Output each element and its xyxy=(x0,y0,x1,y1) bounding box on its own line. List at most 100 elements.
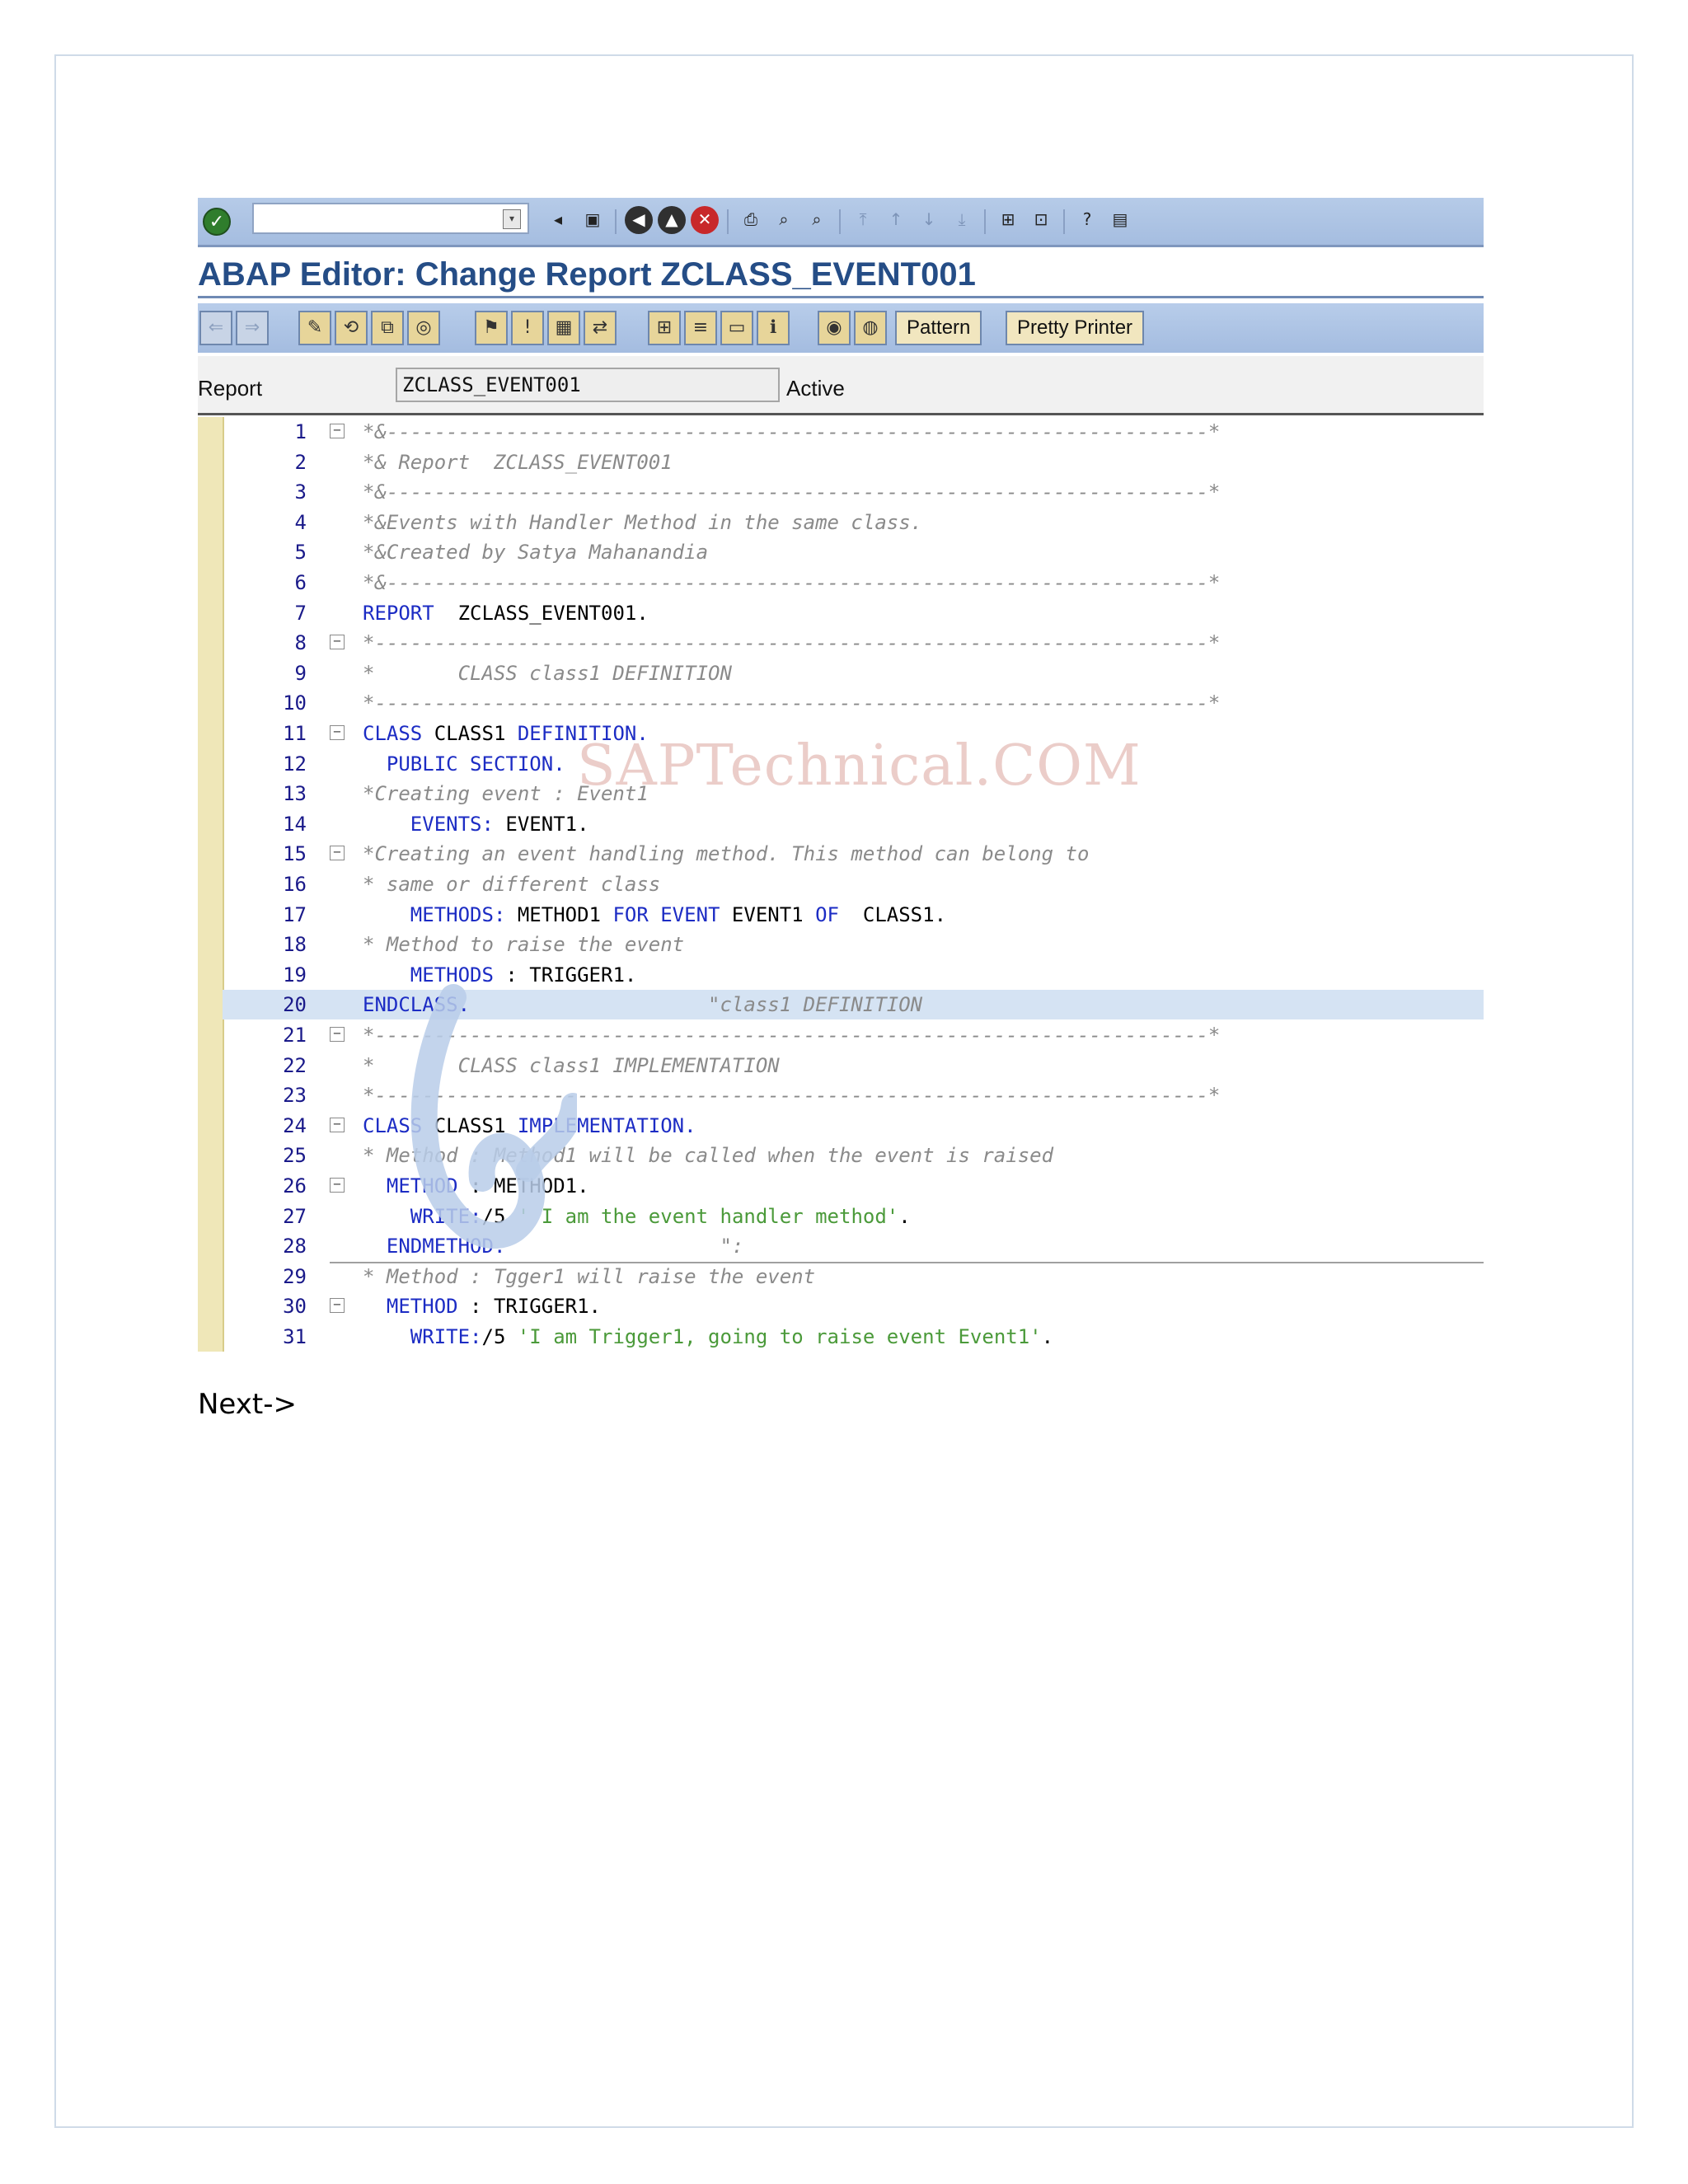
pretty-printer-button[interactable]: Pretty Printer xyxy=(1006,311,1145,345)
stop-icon[interactable]: ◍ xyxy=(854,311,887,345)
print-icon[interactable]: ⎙ xyxy=(737,206,765,234)
breakpoint-icon[interactable]: ▭ xyxy=(720,311,753,345)
display-change-icon[interactable]: ✎ xyxy=(298,311,331,345)
command-field-dropdown-icon[interactable]: ▾ xyxy=(503,209,521,229)
line-number: 7 xyxy=(294,601,307,625)
fold-toggle-icon[interactable]: − xyxy=(330,1298,345,1314)
code-line[interactable]: 1 − *&------------------------------------… xyxy=(223,417,1484,447)
code-text: *&--------------------------------------… xyxy=(363,477,1220,507)
shortcut-icon[interactable]: ⊡ xyxy=(1027,206,1055,234)
first-page-icon[interactable]: ⤒ xyxy=(849,206,877,234)
fold-toggle-icon[interactable]: − xyxy=(330,725,345,740)
line-number: 15 xyxy=(283,842,307,866)
code-line[interactable]: 29 * Method : Tgger1 will raise the event xyxy=(223,1262,1484,1291)
line-number: 10 xyxy=(283,691,307,715)
info-icon[interactable]: ℹ xyxy=(757,311,790,345)
find-icon[interactable]: ⌕ xyxy=(770,206,798,234)
line-number: 8 xyxy=(294,631,307,655)
report-status: Active xyxy=(786,376,845,401)
check-icon[interactable]: ◎ xyxy=(407,311,440,345)
code-line[interactable]: 18 * Method to raise the event xyxy=(223,930,1484,959)
code-token: CLASS1. xyxy=(838,902,947,926)
page-title: ABAP Editor: Change Report ZCLASS_EVENT0… xyxy=(198,251,1484,298)
last-page-icon[interactable]: ⤓ xyxy=(948,206,976,234)
command-field[interactable] xyxy=(252,203,529,234)
next-link[interactable]: Next-> xyxy=(198,1388,297,1421)
back-icon[interactable]: ◀ xyxy=(625,206,653,234)
enhance-icon[interactable]: ≡ xyxy=(684,311,717,345)
code-token: REPORT xyxy=(363,601,434,625)
code-token: OF xyxy=(815,902,839,926)
line-number: 23 xyxy=(283,1084,307,1108)
code-token: *---------------------------------------… xyxy=(363,631,1221,655)
code-line[interactable]: 8 − *-------------------------------------… xyxy=(223,628,1484,658)
code-line[interactable]: 2 *& Report ZCLASS_EVENT001 xyxy=(223,448,1484,477)
code-token: ZCLASS_EVENT001. xyxy=(434,601,649,625)
code-token: * CLASS class1 DEFINITION xyxy=(363,661,732,685)
back-arrow-icon[interactable]: ⇐ xyxy=(199,311,232,345)
code-text: * Method to raise the event xyxy=(363,930,684,959)
code-line[interactable]: 4 *&Events with Handler Method in the sam… xyxy=(223,508,1484,537)
fold-toggle-icon[interactable]: − xyxy=(330,635,345,650)
line-number: 31 xyxy=(283,1325,307,1348)
fold-toggle-icon[interactable]: − xyxy=(330,1178,345,1193)
line-number: 16 xyxy=(283,873,307,896)
code-text: * CLASS class1 DEFINITION xyxy=(363,658,732,688)
line-number: 20 xyxy=(283,993,307,1017)
toolbar-separator xyxy=(727,209,729,234)
fold-toggle-icon[interactable]: − xyxy=(330,424,345,438)
code-editor[interactable]: 1 − *&------------------------------------… xyxy=(198,417,1484,1352)
code-line[interactable]: 15 − *Creating an event handling method. T… xyxy=(223,839,1484,869)
code-line[interactable]: 5 *&Created by Satya Mahanandia xyxy=(223,537,1484,567)
pattern-button[interactable]: Pattern xyxy=(895,311,982,345)
cancel-icon[interactable]: ✕ xyxy=(691,206,719,234)
code-line[interactable]: 10 *-------------------------------------… xyxy=(223,688,1484,718)
code-token: CLASS1 xyxy=(422,722,518,745)
code-line[interactable]: 17 METHODS: METHOD1 FOR EVENT EVENT1 OF … xyxy=(223,900,1484,930)
system-toolbar: ✓ ▾ ◂ ▣ ◀ ▲ ✕ ⎙ ⌕ ⌕ ⤒ ↑ ↓ ⤓ ⊞ ⊡ ? ▤ xyxy=(198,198,1484,247)
application-toolbar: ⇐ ⇒ ✎ ⟲ ⧉ ◎ ⚑ ! ▦ ⇄ ⊞ ≡ ▭ ℹ ◉ ◍ Pattern … xyxy=(198,303,1484,353)
code-line[interactable]: 9 * CLASS class1 DEFINITION xyxy=(223,658,1484,688)
new-session-icon[interactable]: ⊞ xyxy=(994,206,1022,234)
object-list-icon[interactable]: ⇄ xyxy=(584,311,617,345)
code-line[interactable]: 7 REPORT ZCLASS_EVENT001. xyxy=(223,598,1484,628)
code-line[interactable]: 31 WRITE:/5 'I am Trigger1, going to rai… xyxy=(223,1322,1484,1352)
code-line[interactable]: 16 * same or different class xyxy=(223,869,1484,899)
code-token: /5 xyxy=(481,1325,518,1348)
report-name-field[interactable]: ZCLASS_EVENT001 xyxy=(396,368,780,402)
where-used-icon[interactable]: ▦ xyxy=(547,311,580,345)
exit-icon[interactable]: ▲ xyxy=(658,206,686,234)
help-icon[interactable]: ? xyxy=(1073,206,1101,234)
code-text: *Creating an event handling method. This… xyxy=(363,839,1089,869)
fold-toggle-icon[interactable]: − xyxy=(330,1027,345,1042)
find-next-icon[interactable]: ⌕ xyxy=(803,206,831,234)
code-line[interactable]: 30 − METHOD : TRIGGER1. xyxy=(223,1291,1484,1321)
code-text: *&--------------------------------------… xyxy=(363,417,1220,447)
navigation-window-icon[interactable]: ⊞ xyxy=(648,311,681,345)
line-number: 18 xyxy=(283,933,307,957)
code-token: * Method to raise the event xyxy=(363,933,685,957)
set-breakpoint-icon[interactable]: ◉ xyxy=(818,311,851,345)
code-token: . xyxy=(1041,1325,1054,1348)
line-number: 30 xyxy=(283,1295,307,1319)
test-icon[interactable]: ! xyxy=(511,311,544,345)
layout-menu-icon[interactable]: ▤ xyxy=(1106,206,1134,234)
code-line[interactable]: 3 *&-------------------------------------… xyxy=(223,477,1484,507)
forward-arrow-icon[interactable]: ⇒ xyxy=(236,311,269,345)
report-row: Report ZCLASS_EVENT001 Active xyxy=(198,356,1484,415)
save-icon[interactable]: ▣ xyxy=(579,206,607,234)
code-text: WRITE:/5 'I am Trigger1, going to raise … xyxy=(363,1322,1053,1352)
code-token: . xyxy=(898,1204,911,1228)
activate-icon[interactable]: ⚑ xyxy=(475,311,508,345)
back-nav-icon[interactable]: ◂ xyxy=(544,206,572,234)
fold-toggle-icon[interactable]: − xyxy=(330,846,345,861)
code-line[interactable]: 6 *&-------------------------------------… xyxy=(223,568,1484,598)
other-object-icon[interactable]: ⧉ xyxy=(371,311,404,345)
code-line[interactable]: 14 EVENTS: EVENT1. xyxy=(223,809,1484,839)
line-number: 27 xyxy=(283,1204,307,1228)
enter-icon[interactable]: ✓ xyxy=(203,208,231,236)
prev-page-icon[interactable]: ↑ xyxy=(882,206,910,234)
next-page-icon[interactable]: ↓ xyxy=(915,206,943,234)
active-inactive-icon[interactable]: ⟲ xyxy=(335,311,368,345)
fold-toggle-icon[interactable]: − xyxy=(330,1117,345,1132)
